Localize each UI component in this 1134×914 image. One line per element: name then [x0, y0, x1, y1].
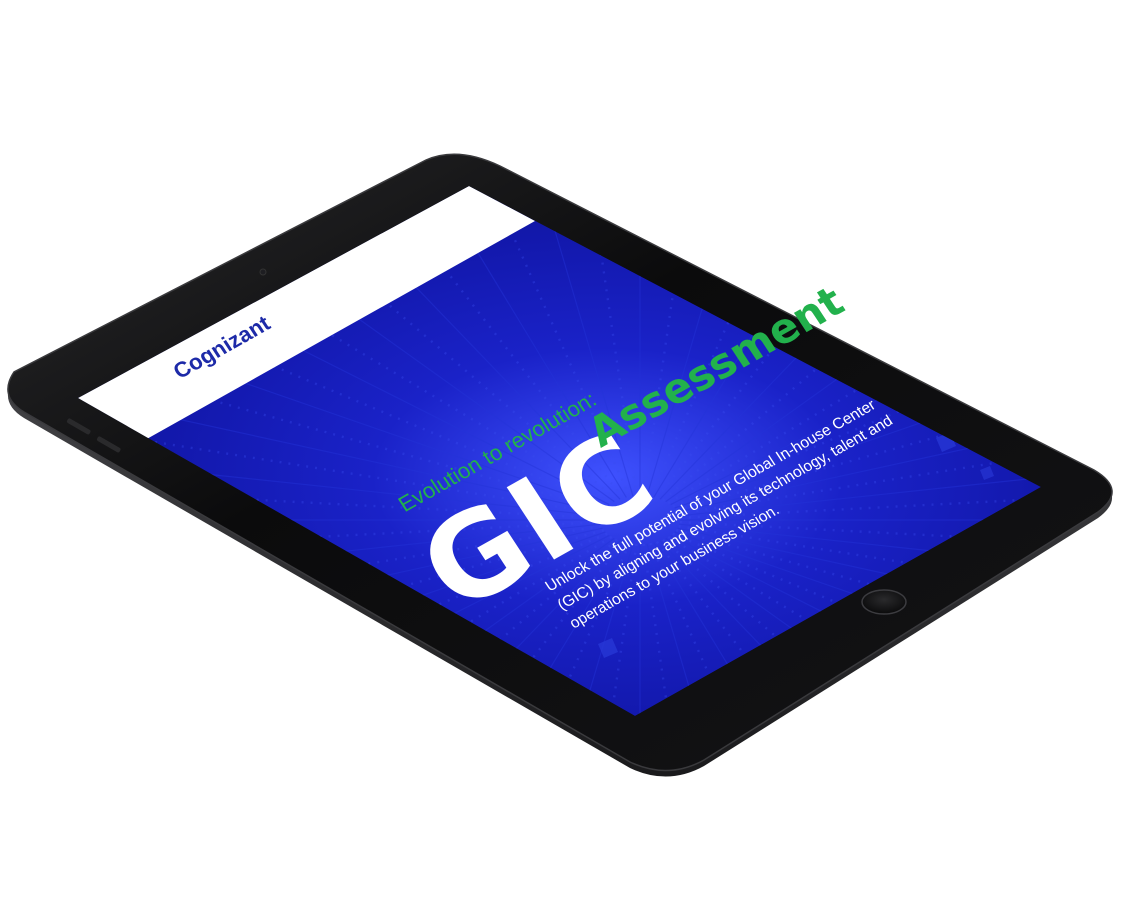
camera-icon	[259, 268, 267, 276]
product-mockup: Cognizant Evolution to revolution: GIC A…	[0, 0, 1134, 914]
tablet-scene: Cognizant Evolution to revolution: GIC A…	[7, 153, 1113, 777]
home-button-icon[interactable]	[861, 589, 907, 615]
